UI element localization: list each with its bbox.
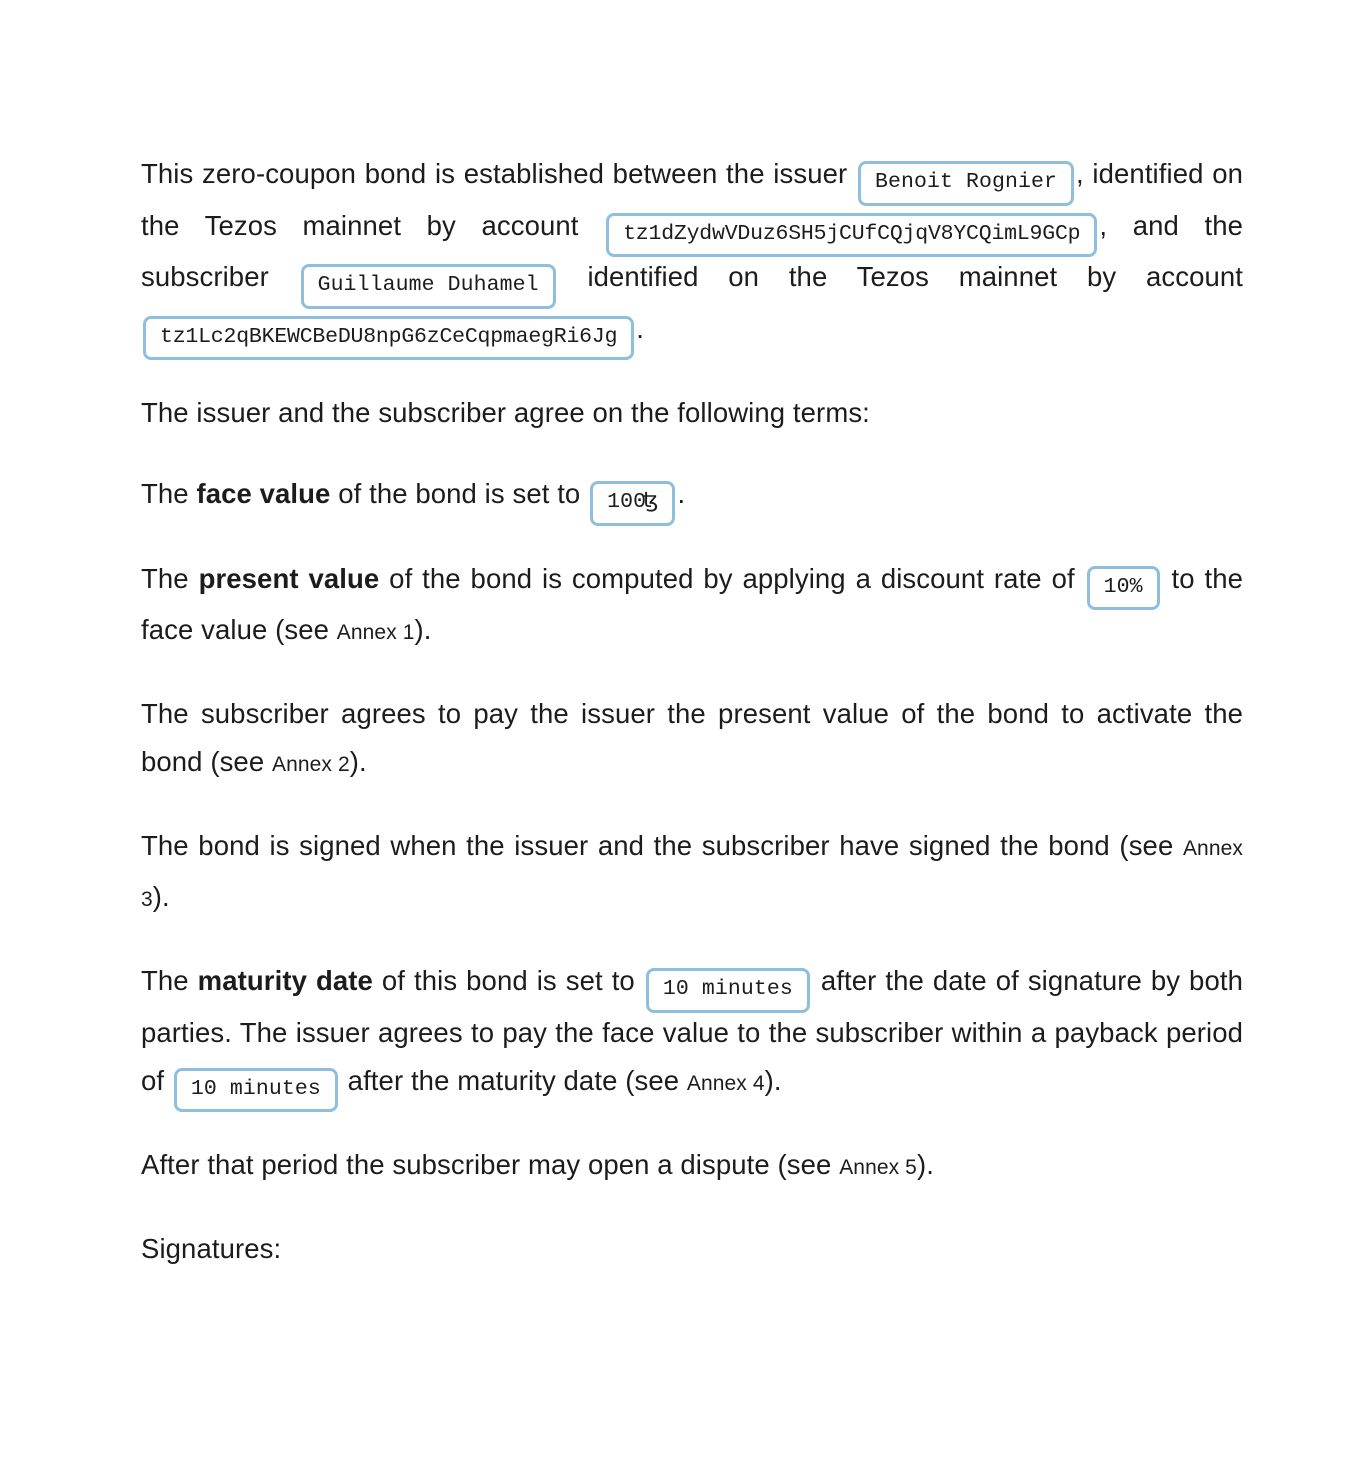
issuer-name-field[interactable]: Benoit Rognier (857, 161, 1074, 206)
maturity-text-1: The (141, 965, 189, 996)
activation-text-2: ). (349, 746, 367, 777)
maturity-text-4: after the maturity date (see (347, 1064, 680, 1096)
subscriber-account-field[interactable]: tz1Lc2qBKEWCBeDU8npG6zCeCqpmaegRi6Jg (143, 315, 635, 360)
face-value-text-1: The (141, 478, 189, 509)
face-value-label: face value (196, 478, 331, 509)
paragraph-present-value: The present value of the bond is compute… (141, 555, 1243, 658)
dispute-text-1: After that period the subscriber may ope… (141, 1149, 832, 1180)
parties-text-5: . (636, 312, 645, 344)
annex-reference-1: Annex 1 (336, 621, 415, 644)
annex-reference-4: Annex 4 (686, 1071, 765, 1095)
tez-currency-symbol: ꜩ (643, 490, 659, 514)
face-value-text-2: of the bond is set to (338, 478, 581, 509)
paragraph-parties: This zero-coupon bond is established bet… (141, 150, 1243, 360)
paragraph-terms-intro: The issuer and the subscriber agree on t… (141, 397, 870, 428)
paragraph-face-value: The face value of the bond is set to 100… (141, 470, 1243, 526)
signing-text-1: The bond is signed when the issuer and t… (141, 830, 1174, 861)
dispute-text-2: ). (916, 1149, 934, 1180)
present-value-text-2: of the bond is computed by applying a di… (389, 562, 1075, 594)
present-value-label: present value (198, 562, 380, 594)
face-value-amount: 100 (607, 490, 647, 514)
parties-text-4: identified on the Tezos mainnet by accou… (587, 261, 1243, 292)
parties-text-1: This zero-coupon bond is established bet… (141, 158, 848, 189)
paragraph-activation: The subscriber agrees to pay the issuer … (141, 690, 1243, 789)
signing-text-2: ). (152, 881, 170, 912)
maturity-period-field[interactable]: 10 minutes (645, 968, 810, 1013)
contract-body: This zero-coupon bond is established bet… (141, 150, 1243, 1273)
face-value-text-3: . (677, 478, 686, 509)
maturity-label: maturity date (197, 965, 373, 996)
discount-rate-field[interactable]: 10% (1086, 565, 1160, 610)
present-value-text-4: ). (414, 614, 432, 645)
face-value-amount-field[interactable]: 100ꜩ (590, 481, 676, 526)
annex-reference-5: Annex 5 (839, 1156, 917, 1179)
maturity-text-2: of this bond is set to (381, 965, 635, 996)
present-value-text-1: The (141, 562, 189, 594)
paragraph-signing: The bond is signed when the issuer and t… (141, 822, 1243, 924)
issuer-account-field[interactable]: tz1dZydwVDuz6SH5jCUfCQjqV8YCQimL9GCp (606, 212, 1098, 257)
subscriber-name-field[interactable]: Guillaume Duhamel (300, 264, 556, 309)
payback-period-field[interactable]: 10 minutes (173, 1067, 338, 1112)
document-page: This zero-coupon bond is established bet… (0, 0, 1364, 1458)
maturity-text-5: ). (764, 1064, 782, 1096)
annex-reference-2: Annex 2 (271, 753, 350, 776)
paragraph-dispute: After that period the subscriber may ope… (141, 1141, 1243, 1192)
paragraph-maturity: The maturity date of this bond is set to… (141, 957, 1243, 1112)
signatures-heading: Signatures: (141, 1233, 282, 1264)
